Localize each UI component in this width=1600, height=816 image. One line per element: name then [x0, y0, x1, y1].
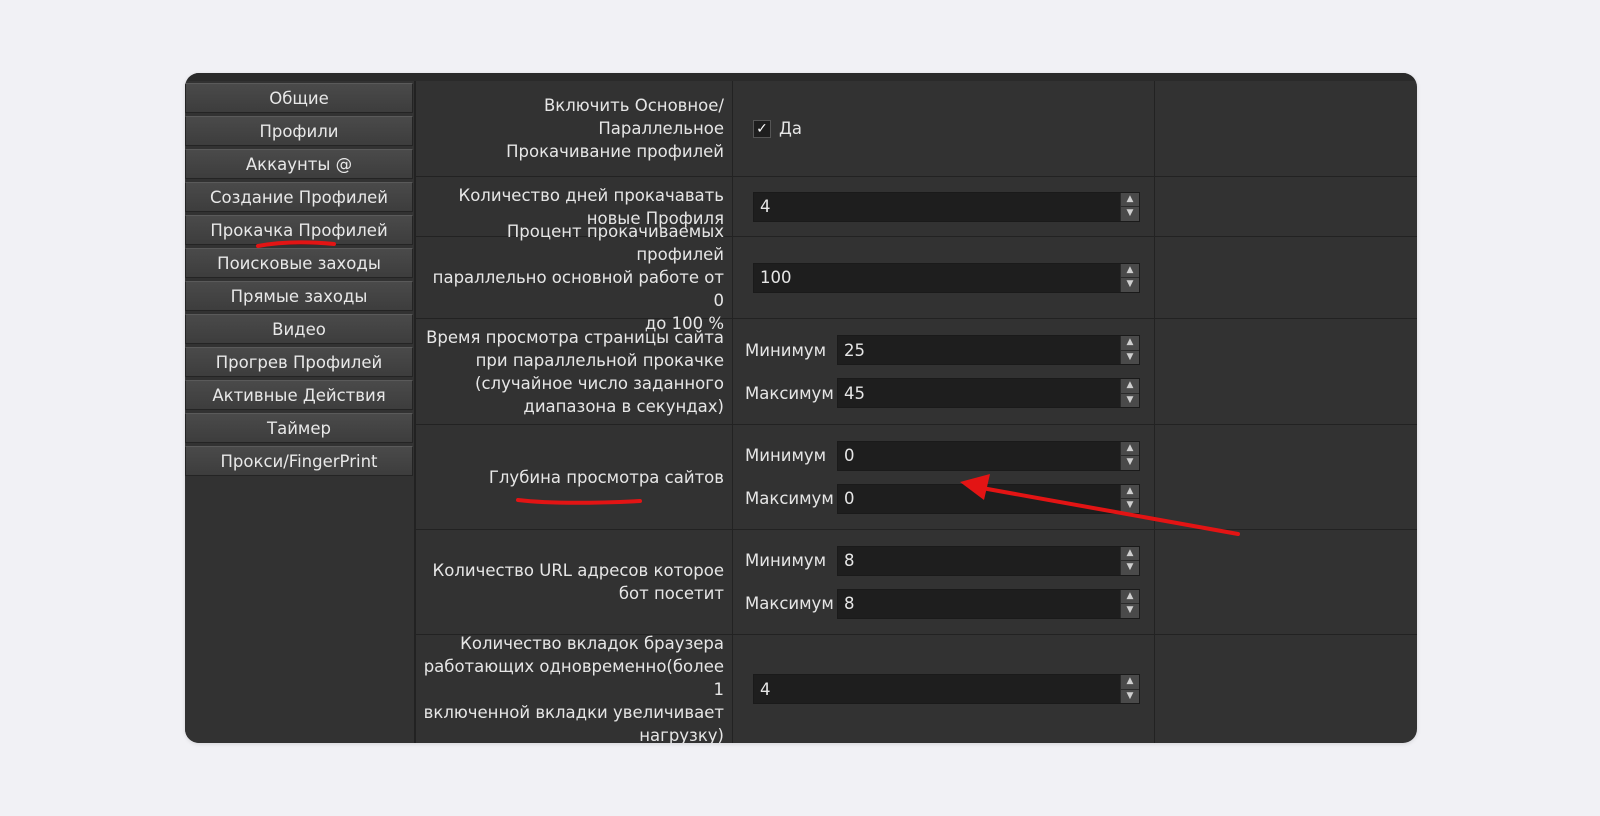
enable-checkbox[interactable]: ✓: [753, 119, 771, 138]
min-label: Минимум: [745, 446, 827, 465]
max-label: Максимум: [745, 489, 834, 508]
spinbox-value: 4: [760, 197, 771, 216]
up-arrow-icon[interactable]: ▲: [1121, 675, 1139, 690]
setting-value: 100 ▲ ▼: [733, 237, 1155, 318]
up-arrow-icon[interactable]: ▲: [1121, 264, 1139, 278]
sidebar-item-general[interactable]: Общие: [185, 83, 413, 113]
setting-value: Минимум 25 ▲ ▼ Максимум 45 ▲ ▼: [733, 319, 1155, 424]
up-arrow-icon[interactable]: ▲: [1121, 336, 1139, 351]
down-arrow-icon[interactable]: ▼: [1121, 456, 1139, 470]
setting-label: Глубина просмотра сайтов: [416, 425, 733, 529]
sidebar: Общие Профили Аккаунты @ Создание Профил…: [185, 83, 413, 743]
up-arrow-icon[interactable]: ▲: [1121, 547, 1139, 561]
up-arrow-icon[interactable]: ▲: [1121, 379, 1139, 394]
setting-label: Количество URL адресов которое бот посети…: [416, 530, 733, 634]
tabs-spinbox[interactable]: 4 ▲ ▼: [753, 674, 1140, 704]
down-arrow-icon[interactable]: ▼: [1121, 351, 1139, 365]
sidebar-item-profiles[interactable]: Профили: [185, 116, 413, 146]
sidebar-item-profile-pumping[interactable]: Прокачка Профилей: [185, 215, 413, 245]
up-arrow-icon[interactable]: ▲: [1121, 590, 1139, 604]
sidebar-item-timer[interactable]: Таймер: [185, 413, 413, 443]
sidebar-item-active-actions[interactable]: Активные Действия: [185, 380, 413, 410]
settings-table: Включить Основное/Параллельное Прокачиван…: [414, 81, 1417, 743]
sidebar-item-direct-visits[interactable]: Прямые заходы: [185, 281, 413, 311]
checkbox-label: Да: [779, 119, 803, 138]
setting-label: Включить Основное/Параллельное Прокачиван…: [416, 81, 733, 176]
spinbox-value: 8: [844, 551, 855, 570]
sidebar-item-profile-warmup[interactable]: Прогрев Профилей: [185, 347, 413, 377]
spinbox-value: 25: [844, 340, 865, 360]
setting-label: Время просмотра страницы сайта при паралл…: [416, 319, 733, 424]
up-arrow-icon[interactable]: ▲: [1121, 442, 1139, 456]
spinbox-value: 4: [760, 679, 771, 699]
up-arrow-icon[interactable]: ▲: [1121, 193, 1139, 207]
spinbox-value: 8: [844, 594, 855, 613]
max-label: Максимум: [745, 594, 834, 613]
setting-label: Процент прокачиваемых профилей параллельн…: [416, 222, 733, 333]
down-arrow-icon[interactable]: ▼: [1121, 499, 1139, 513]
setting-row-enable: Включить Основное/Параллельное Прокачиван…: [416, 81, 1417, 177]
up-arrow-icon[interactable]: ▲: [1121, 485, 1139, 499]
setting-value: 4 ▲ ▼: [733, 177, 1155, 236]
spinbox-value: 45: [844, 383, 865, 403]
setting-row-percent: Процент прокачиваемых профилей параллельн…: [416, 222, 1417, 333]
min-label: Минимум: [745, 340, 827, 360]
view-time-min-spinbox[interactable]: 25 ▲ ▼: [837, 335, 1140, 365]
max-label: Максимум: [745, 383, 834, 403]
down-arrow-icon[interactable]: ▼: [1121, 394, 1139, 408]
urls-max-spinbox[interactable]: 8 ▲ ▼: [837, 588, 1140, 619]
depth-min-spinbox[interactable]: 0 ▲ ▼: [837, 440, 1140, 471]
setting-value: ✓ Да: [733, 81, 1155, 176]
days-spinbox[interactable]: 4 ▲ ▼: [753, 191, 1140, 222]
spinbox-value: 0: [844, 446, 855, 465]
settings-window: Общие Профили Аккаунты @ Создание Профил…: [185, 73, 1417, 743]
min-label: Минимум: [745, 551, 827, 570]
sidebar-item-video[interactable]: Видео: [185, 314, 413, 344]
view-time-max-spinbox[interactable]: 45 ▲ ▼: [837, 378, 1140, 408]
setting-label: Количество вкладок браузера работающих од…: [416, 634, 733, 743]
percent-spinbox[interactable]: 100 ▲ ▼: [753, 262, 1140, 293]
down-arrow-icon[interactable]: ▼: [1121, 690, 1139, 704]
down-arrow-icon[interactable]: ▼: [1121, 278, 1139, 292]
down-arrow-icon[interactable]: ▼: [1121, 561, 1139, 575]
urls-min-spinbox[interactable]: 8 ▲ ▼: [837, 545, 1140, 576]
sidebar-item-create-profiles[interactable]: Создание Профилей: [185, 182, 413, 212]
depth-max-spinbox[interactable]: 0 ▲ ▼: [837, 483, 1140, 514]
setting-value: Минимум 0 ▲ ▼ Максимум 0 ▲ ▼: [733, 425, 1155, 529]
setting-row-depth: Глубина просмотра сайтов Минимум 0 ▲ ▼ Ма…: [416, 425, 1417, 530]
setting-row-view-time: Время просмотра страницы сайта при паралл…: [416, 319, 1417, 425]
spinbox-value: 100: [760, 268, 792, 287]
setting-value: Минимум 8 ▲ ▼ Максимум 8 ▲ ▼: [733, 530, 1155, 634]
sidebar-item-accounts[interactable]: Аккаунты @: [185, 149, 413, 179]
setting-row-urls: Количество URL адресов которое бот посети…: [416, 530, 1417, 635]
setting-row-tabs: Количество вкладок браузера работающих од…: [416, 634, 1417, 743]
sidebar-item-proxy-fingerprint[interactable]: Прокси/FingerPrint: [185, 446, 413, 476]
spinbox-value: 0: [844, 489, 855, 508]
window-top-bar: [185, 73, 1417, 81]
setting-value: 4 ▲ ▼: [733, 635, 1155, 743]
down-arrow-icon[interactable]: ▼: [1121, 604, 1139, 618]
down-arrow-icon[interactable]: ▼: [1121, 207, 1139, 221]
sidebar-item-search-visits[interactable]: Поисковые заходы: [185, 248, 413, 278]
